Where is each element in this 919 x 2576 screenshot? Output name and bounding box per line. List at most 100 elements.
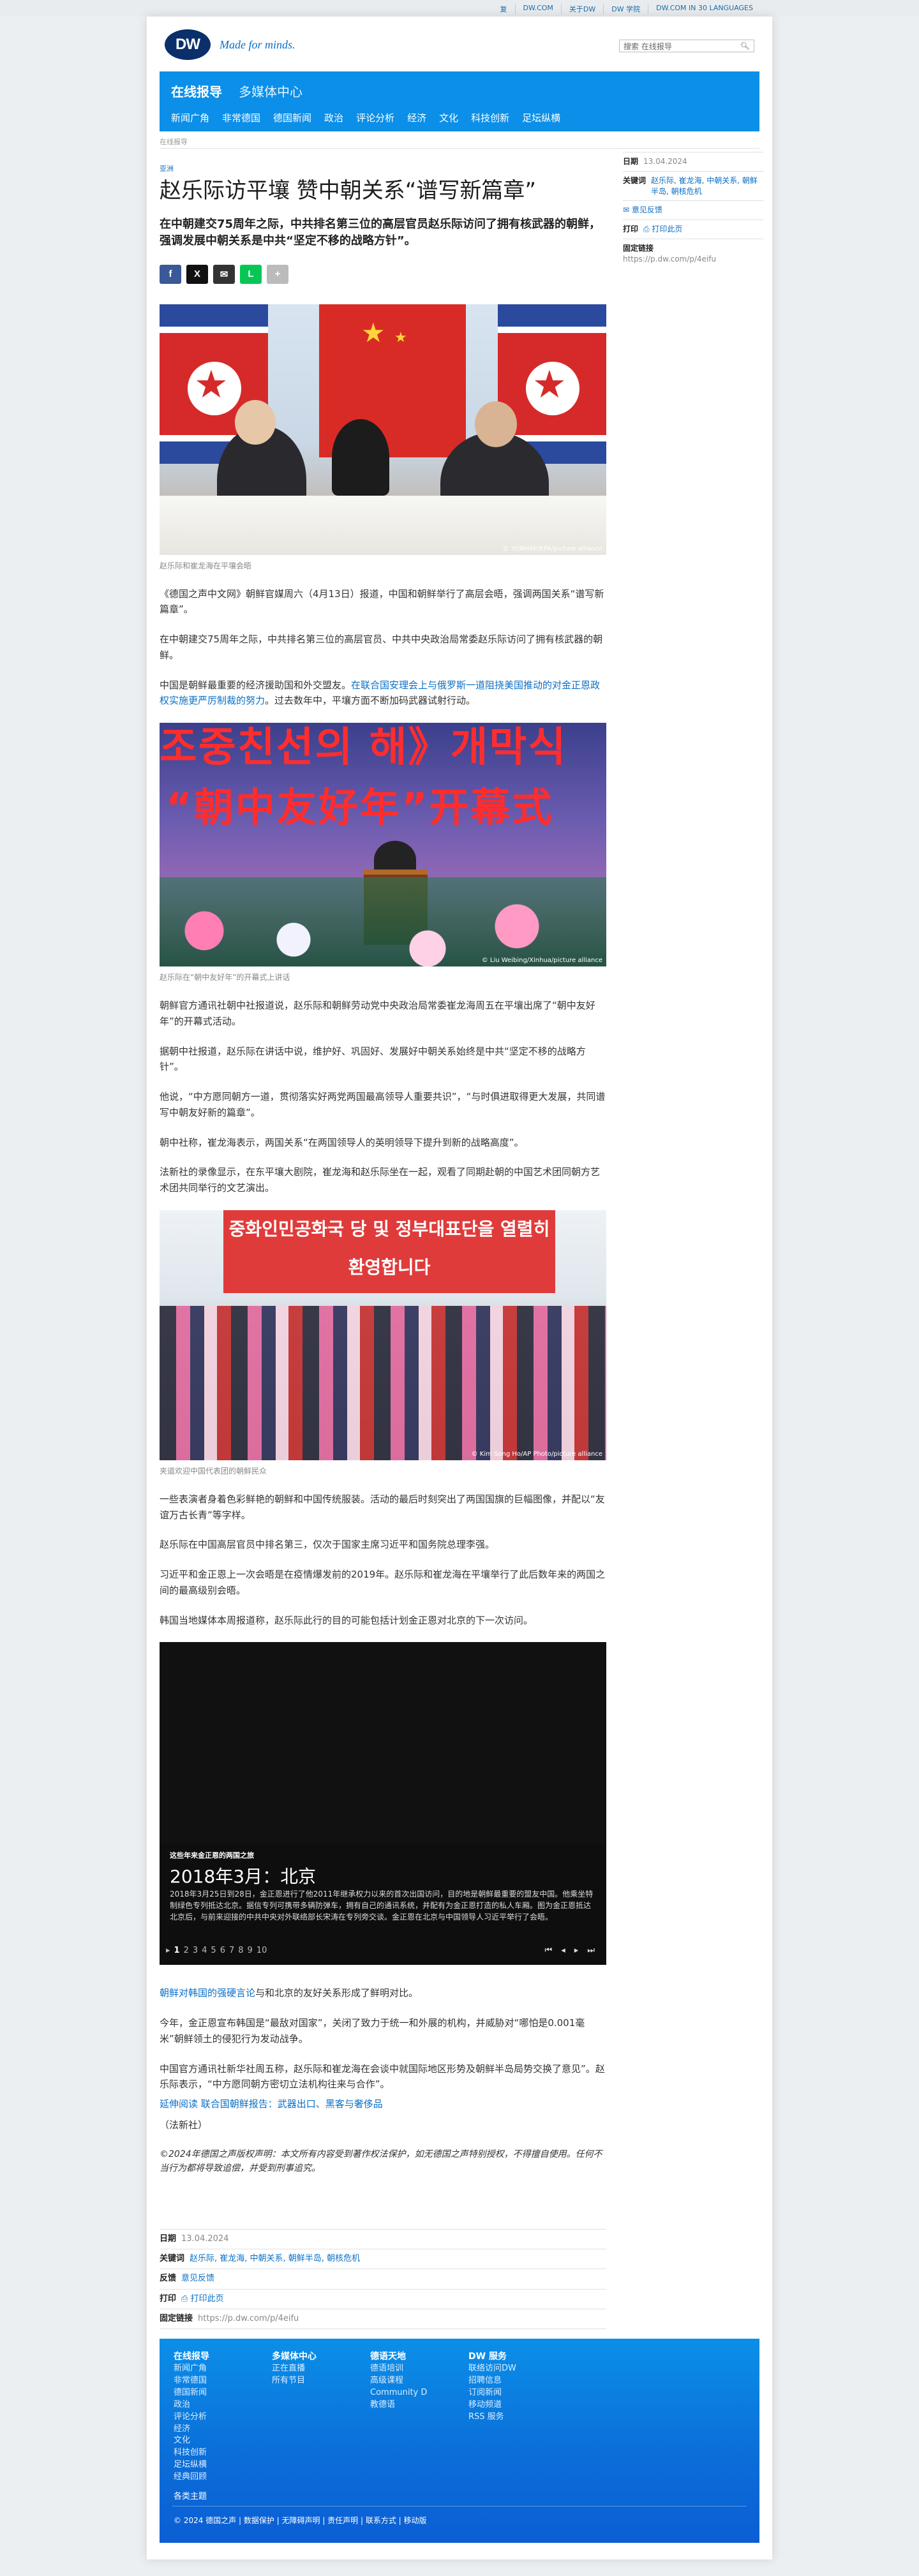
footer-link[interactable]: Community D [370,2387,427,2399]
gallery-page[interactable]: 9 [248,1946,253,1955]
meta-label: 反馈 [160,2274,177,2284]
x-icon[interactable]: X [186,264,208,284]
footer-link[interactable]: 非常德国 [174,2375,209,2387]
footer-link[interactable]: 经济 [174,2424,209,2436]
top-utility-bar: 复 DW.COM 关于DW DW 学院 DW.COM IN 30 LANGUAG… [0,0,919,17]
footer-heading[interactable]: 德语天地 [370,2350,427,2363]
footer-col-media: 多媒体中心 正在直播 所有节目 [272,2350,317,2387]
welcome-banner: 중화인민공화국 당 및 정부대표단을 열렬히 환영합니다 [223,1210,555,1293]
footer-link[interactable]: 教德语 [370,2399,427,2411]
top-link-academy[interactable]: DW 学院 [603,4,648,14]
footer-themes-link[interactable]: 各类主题 [174,2489,207,2501]
facebook-icon[interactable]: f [160,264,181,284]
footer-heading[interactable]: DW 服务 [468,2350,516,2363]
meta-feedback: ✉ 意见反馈 [623,200,763,219]
article-paragraph: 赵乐际在中国高层官员中排名第三，仅次于国家主席习近平和国务院总理李强。 [160,1539,495,1551]
feedback-link[interactable]: 意见反馈 [181,2273,214,2284]
footer-legal[interactable]: © 2024 德国之声 | 数据保护 | 无障碍声明 | 责任声明 | 联系方式… [174,2515,427,2526]
nav-item[interactable]: 经济 [407,111,426,124]
next-icon[interactable]: ▸ [574,1946,579,1955]
search-icon[interactable]: 🔍︎ [740,41,750,50]
footer-link[interactable]: 新闻广角 [174,2363,209,2375]
nav-title[interactable]: 在线报导 [171,82,222,100]
top-link-dwcom[interactable]: DW.COM [514,4,561,14]
article-category[interactable]: 亚洲 [160,163,606,174]
last-icon[interactable]: ⏭ [587,1946,595,1955]
footer-link[interactable]: 德语培训 [370,2363,427,2375]
gallery-page[interactable]: 5 [211,1946,216,1955]
gallery-page[interactable]: 1 [174,1946,180,1955]
footer-col-service: DW 服务 联络访问DW 招聘信息 订阅新闻 移动频道 RSS 服务 [468,2350,516,2424]
footer-link[interactable]: 所有节目 [272,2375,317,2387]
gallery-page[interactable]: 6 [220,1946,225,1955]
gallery-page[interactable]: 10 [257,1946,267,1955]
gallery-page[interactable]: 7 [229,1946,234,1955]
nav-item[interactable]: 文化 [439,111,458,124]
banner-chinese: “朝中友好年”开幕式 [166,784,554,831]
article-image-crowd: 중화인민공화국 당 및 정부대표단을 열렬히 환영합니다 © Kim Song … [160,1210,606,1460]
article-paragraph: 习近平和金正恩上一次会晤是在疫情爆发前的2019年。赵乐际和崔龙海在平壤举行了此… [160,1569,606,1596]
search-input[interactable]: 搜索 在线报导 🔍︎ [619,40,754,52]
nav-multimedia[interactable]: 多媒体中心 [239,82,303,100]
footer-link[interactable]: 招聘信息 [468,2375,516,2387]
footer-link[interactable]: 德国新闻 [174,2387,209,2399]
first-icon[interactable]: ⏮ [545,1946,553,1955]
top-link-traditional[interactable]: 复 [493,4,515,14]
top-link-languages[interactable]: DW.COM IN 30 LANGUAGES [648,4,761,14]
keyword-links[interactable]: 赵乐际, 崔龙海, 中朝关系, 朝鲜半岛, 朝核危机 [651,175,763,197]
print-link[interactable]: ⎙ 打印此页 [643,224,682,235]
footer-heading[interactable]: 在线报导 [174,2350,209,2363]
nav-item[interactable]: 评论分析 [356,111,394,124]
article-paragraph: 一些表演者身着色彩鲜艳的朝鲜和中国传统服装。活动的最后时刻突出了两国国旗的巨幅图… [160,1493,605,1521]
print-link[interactable]: ⎙ 打印此页 [181,2293,224,2305]
footer-link[interactable]: 文化 [174,2435,209,2447]
breadcrumb[interactable]: 在线报导 [160,137,188,147]
more-icon[interactable]: + [267,264,288,284]
permalink-url[interactable]: https://p.dw.com/p/4eifu [198,2313,299,2325]
nav-item[interactable]: 新闻广角 [171,111,209,124]
mail-icon[interactable]: ✉ [213,264,235,284]
footer-link[interactable]: 移动频道 [468,2399,516,2411]
nav-item[interactable]: 德国新闻 [273,111,311,124]
footer-link[interactable]: 足坛纵横 [174,2459,209,2471]
top-links: 复 DW.COM 关于DW DW 学院 DW.COM IN 30 LANGUAG… [493,4,761,14]
gallery-page[interactable]: 3 [193,1946,198,1955]
gallery-page[interactable]: 8 [238,1946,243,1955]
footer-link[interactable]: 高级课程 [370,2375,427,2387]
dw-logo[interactable]: DW [165,29,211,60]
nav-item[interactable]: 科技创新 [471,111,509,124]
top-link-about[interactable]: 关于DW [560,4,603,14]
meta-label: 日期 [623,157,639,166]
line-icon[interactable]: L [240,264,262,284]
copyright-notice: ©2024年德国之声版权声明：本文所有内容受到著作权法保护，如无德国之声特别授权… [160,2149,602,2174]
keyword-links[interactable]: 赵乐际, 崔龙海, 中朝关系, 朝鲜半岛, 朝核危机 [190,2253,360,2265]
nav-item[interactable]: 政治 [324,111,343,124]
play-icon[interactable]: ▸ [166,1946,170,1955]
footer-link[interactable]: 科技创新 [174,2447,209,2459]
article-headline: 赵乐际访平壤 赞中朝关系“谱写新篇章” [160,178,537,204]
inline-link-korea[interactable]: 朝鲜对韩国的强硬言论 [160,1987,255,1999]
nav-item[interactable]: 非常德国 [222,111,260,124]
footer-link[interactable]: 经典回顾 [174,2471,209,2483]
gallery-photo[interactable] [160,1642,606,1844]
footer-link[interactable]: 订阅新闻 [468,2387,516,2399]
paragraph-text: 与和北京的友好关系形成了鲜明对比。 [255,1987,419,1999]
footer-link[interactable]: 正在直播 [272,2363,317,2375]
feedback-link[interactable]: ✉ 意见反馈 [623,205,662,216]
banner-korean: 조중친선의 해》개막식 [160,724,567,772]
image-caption: 赵乐际和崔龙海在平壤会晤 [160,561,252,570]
image-credit: © Liu Weibing/Xinhua/picture alliance [481,957,602,965]
prev-icon[interactable]: ◂ [561,1946,565,1955]
footer-link[interactable]: 评论分析 [174,2411,209,2424]
footer-link[interactable]: 联络访问DW [468,2363,516,2375]
related-link-text[interactable]: 延伸阅读 联合国朝鲜报告：武器出口、黑客与奢侈品 [160,2098,383,2110]
gallery-page[interactable]: 2 [184,1946,189,1955]
nav-item[interactable]: 足坛纵横 [522,111,560,124]
permalink-url[interactable]: https://p.dw.com/p/4eifu [623,254,763,265]
meta-label: 日期 [160,2234,177,2244]
footer-heading[interactable]: 多媒体中心 [272,2350,317,2363]
footer-link[interactable]: RSS 服务 [468,2411,516,2424]
gallery-page[interactable]: 4 [202,1946,207,1955]
footer-link[interactable]: 政治 [174,2399,209,2411]
person-head [235,399,276,445]
